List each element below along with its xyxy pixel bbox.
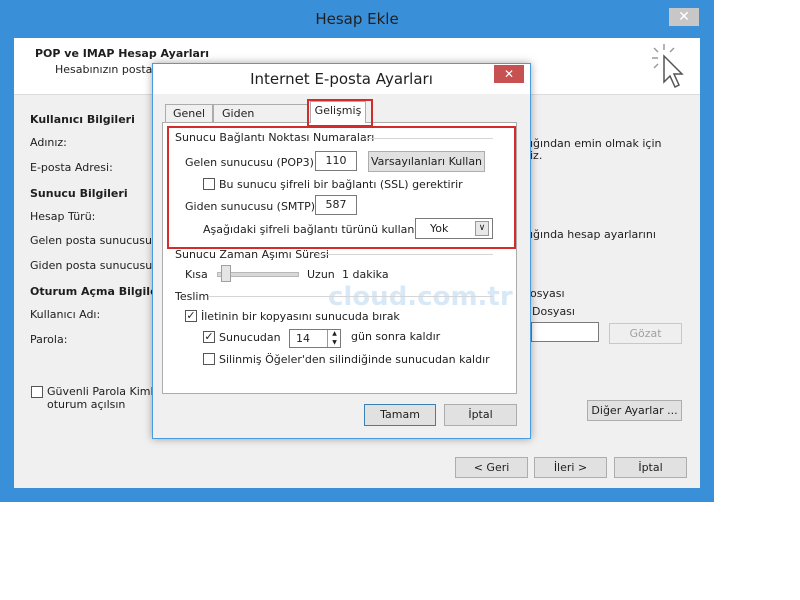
outer-window-title: Hesap Ekle [315,10,399,28]
stepper-down-icon[interactable]: ▼ [327,338,341,347]
right-text-1: ığından emin olmak için [530,137,662,150]
outer-close-button[interactable]: ✕ [669,8,699,26]
timeout-long-label: Uzun [307,268,335,281]
next-button[interactable]: İleri > [534,457,607,478]
advanced-tab-highlight [307,99,373,127]
delivery-section-divider [209,296,493,297]
ok-button[interactable]: Tamam [364,404,436,426]
right-text-5: Dosyası [532,305,575,318]
remove-deleted-checkbox[interactable] [203,353,215,365]
password-label: Parola: [30,333,68,346]
watermark-text: cloud.com.tr [328,282,513,312]
header-title: POP ve IMAP Hesap Ayarları [35,47,210,60]
timeout-section-label: Sunucu Zaman Aşımı Süresi [175,248,329,261]
user-info-section: Kullanıcı Bilgileri [30,113,135,126]
timeout-short-label: Kısa [185,268,208,281]
incoming-server-label: Gelen posta sunucusu: [30,234,156,247]
server-info-section: Sunucu Bilgileri [30,187,128,200]
spa-label-line2: oturum açılsın [47,398,126,411]
dialog-close-button[interactable]: ✕ [494,65,524,83]
right-text-4: osyası [530,287,565,300]
remove-after-label: Sunucudan [219,331,281,344]
name-label: Adınız: [30,136,67,149]
data-file-field[interactable] [531,322,599,342]
wizard-cursor-icon [652,44,684,89]
right-text-3: ığında hesap ayarlarını [530,228,656,241]
account-type-label: Hesap Türü: [30,210,96,223]
back-button[interactable]: < Geri [455,457,528,478]
dialog-title: Internet E-posta Ayarları [250,70,433,88]
remove-after-checkbox[interactable]: ✓ [203,331,215,343]
email-label: E-posta Adresi: [30,161,113,174]
ports-highlight [167,126,516,249]
timeout-slider-thumb[interactable] [221,265,231,282]
leave-copy-label: İletinin bir kopyasını sunucuda bırak [201,310,400,323]
tab-outgoing-server[interactable]: Giden Sunucusu [213,104,308,138]
outgoing-server-label: Giden posta sunucusu ( [30,259,160,272]
logon-info-section: Oturum Açma Bilgileri [30,285,167,298]
delivery-section-label: Teslim [175,290,210,303]
tab-general[interactable]: Genel [165,104,213,123]
remove-days-stepper[interactable]: 14 ▲ ▼ [289,329,341,348]
right-text-2: iz. [530,149,543,162]
internet-email-settings-dialog: Internet E-posta Ayarları ✕ Genel Giden … [152,63,531,439]
timeout-value: 1 dakika [342,268,389,281]
timeout-section-divider [317,254,493,255]
leave-copy-checkbox[interactable]: ✓ [185,310,197,322]
outer-cancel-button[interactable]: İptal [614,457,687,478]
spa-label-line1: Güvenli Parola Kimlik [47,385,164,398]
stepper-up-icon[interactable]: ▲ [327,330,341,338]
dialog-cancel-button[interactable]: İptal [444,404,517,426]
spa-checkbox[interactable] [31,386,43,398]
remove-deleted-label: Silinmiş Öğeler'den silindiğinde sunucud… [219,353,490,366]
more-settings-button[interactable]: Diğer Ayarlar ... [587,400,682,421]
browse-button[interactable]: Gözat [609,323,682,344]
remove-days-value: 14 [296,332,310,345]
remove-after-suffix: gün sonra kaldır [351,330,441,343]
username-label: Kullanıcı Adı: [30,308,101,321]
